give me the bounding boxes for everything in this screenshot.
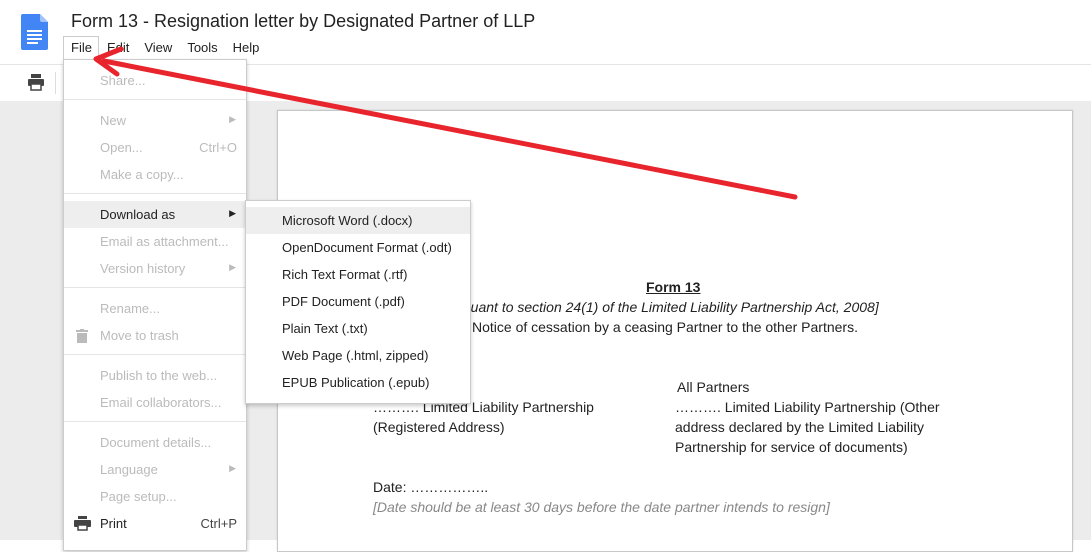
menu-item-label: Download as: [100, 207, 176, 222]
menu-item-label: Move to trash: [100, 328, 179, 343]
menu-item-language[interactable]: Language ▶: [64, 456, 246, 483]
download-rtf[interactable]: Rich Text Format (.rtf): [246, 261, 470, 288]
submenu-arrow-icon: ▶: [229, 208, 236, 218]
registered-address: (Registered Address): [373, 419, 505, 435]
menu-item-move-to-trash[interactable]: Move to trash: [64, 322, 246, 349]
menu-item-label: Rename...: [100, 301, 160, 316]
menu-item-label: Language: [100, 462, 158, 477]
menu-separator: [64, 287, 246, 288]
download-txt[interactable]: Plain Text (.txt): [246, 315, 470, 342]
shortcut-label: Ctrl+O: [199, 140, 237, 155]
submenu-item-label: Rich Text Format (.rtf): [282, 267, 408, 282]
download-odt[interactable]: OpenDocument Format (.odt): [246, 234, 470, 261]
menu-item-print[interactable]: Print Ctrl+P: [64, 510, 246, 537]
menu-bar: File Edit View Tools Help: [63, 36, 267, 60]
menu-separator: [64, 193, 246, 194]
menu-separator: [64, 421, 246, 422]
right-address-line-3: Partnership for service of documents): [675, 439, 908, 455]
toolbar-divider: [55, 72, 56, 94]
notice-line: Notice of cessation by a ceasing Partner…: [472, 319, 858, 335]
menu-item-label: Share...: [100, 73, 146, 88]
menu-item-label: Open...: [100, 140, 143, 155]
menu-item-label: Version history: [100, 261, 186, 276]
menu-separator: [64, 99, 246, 100]
menu-edit[interactable]: Edit: [99, 36, 136, 60]
menu-item-label: Print: [100, 516, 127, 531]
menu-item-label: Email as attachment...: [100, 234, 229, 249]
menu-item-label: Make a copy...: [100, 167, 184, 182]
right-address-line-2: address declared by the Limited Liabilit…: [675, 419, 925, 435]
download-html[interactable]: Web Page (.html, zipped): [246, 342, 470, 369]
submenu-item-label: Web Page (.html, zipped): [282, 348, 429, 363]
download-docx[interactable]: Microsoft Word (.docx): [246, 207, 470, 234]
date-line: Date: ……………..: [373, 479, 489, 495]
submenu-item-label: PDF Document (.pdf): [282, 294, 405, 309]
menu-item-share[interactable]: Share...: [64, 67, 246, 94]
app-header: Form 13 - Resignation letter by Designat…: [0, 0, 1091, 64]
docs-logo-icon[interactable]: [21, 14, 48, 50]
print-icon[interactable]: [27, 73, 45, 91]
file-menu: Share... New ▶ Open... Ctrl+O Make a copy.…: [63, 59, 247, 551]
menu-item-make-copy[interactable]: Make a copy...: [64, 161, 246, 188]
submenu-item-label: Microsoft Word (.docx): [282, 213, 413, 228]
submenu-arrow-icon: ▶: [229, 262, 236, 272]
shortcut-label: Ctrl+P: [200, 516, 237, 531]
menu-item-label: Publish to the web...: [100, 368, 218, 383]
submenu-item-label: Plain Text (.txt): [282, 321, 368, 336]
menu-separator: [64, 354, 246, 355]
print-icon: [74, 516, 91, 531]
all-partners-label: All Partners: [677, 379, 750, 395]
menu-item-label: Email collaborators...: [100, 395, 222, 410]
llp-right-line: ………. Limited Liability Partnership (Othe…: [675, 399, 940, 415]
document-title[interactable]: Form 13 - Resignation letter by Designat…: [71, 11, 535, 32]
menu-item-page-setup[interactable]: Page setup...: [64, 483, 246, 510]
menu-item-label: New: [100, 113, 127, 128]
menu-item-rename[interactable]: Rename...: [64, 295, 246, 322]
submenu-item-label: EPUB Publication (.epub): [282, 375, 430, 390]
menu-item-download-as[interactable]: Download as ▶: [64, 201, 246, 228]
menu-item-publish[interactable]: Publish to the web...: [64, 362, 246, 389]
menu-item-open[interactable]: Open... Ctrl+O: [64, 134, 246, 161]
form-title: Form 13: [646, 279, 701, 295]
menu-file[interactable]: File: [63, 36, 99, 60]
menu-tools[interactable]: Tools: [179, 36, 224, 60]
menu-item-label: Document details...: [100, 435, 212, 450]
menu-item-email-attachment[interactable]: Email as attachment...: [64, 228, 246, 255]
menu-help[interactable]: Help: [225, 36, 267, 60]
menu-view[interactable]: View: [136, 36, 179, 60]
menu-item-email-collaborators[interactable]: Email collaborators...: [64, 389, 246, 416]
menu-item-new[interactable]: New ▶: [64, 107, 246, 134]
download-epub[interactable]: EPUB Publication (.epub): [246, 369, 470, 396]
menu-item-label: Page setup...: [100, 489, 177, 504]
download-as-submenu: Microsoft Word (.docx) OpenDocument Form…: [245, 200, 471, 404]
submenu-item-label: OpenDocument Format (.odt): [282, 240, 452, 255]
menu-item-document-details[interactable]: Document details...: [64, 429, 246, 456]
submenu-arrow-icon: ▶: [229, 463, 236, 473]
menu-item-version-history[interactable]: Version history ▶: [64, 255, 246, 282]
date-note: [Date should be at least 30 days before …: [373, 499, 830, 515]
download-pdf[interactable]: PDF Document (.pdf): [246, 288, 470, 315]
pursuant-line: [Pursuant to section 24(1) of the Limite…: [438, 299, 879, 315]
trash-icon: [76, 329, 88, 343]
submenu-arrow-icon: ▶: [229, 114, 236, 124]
